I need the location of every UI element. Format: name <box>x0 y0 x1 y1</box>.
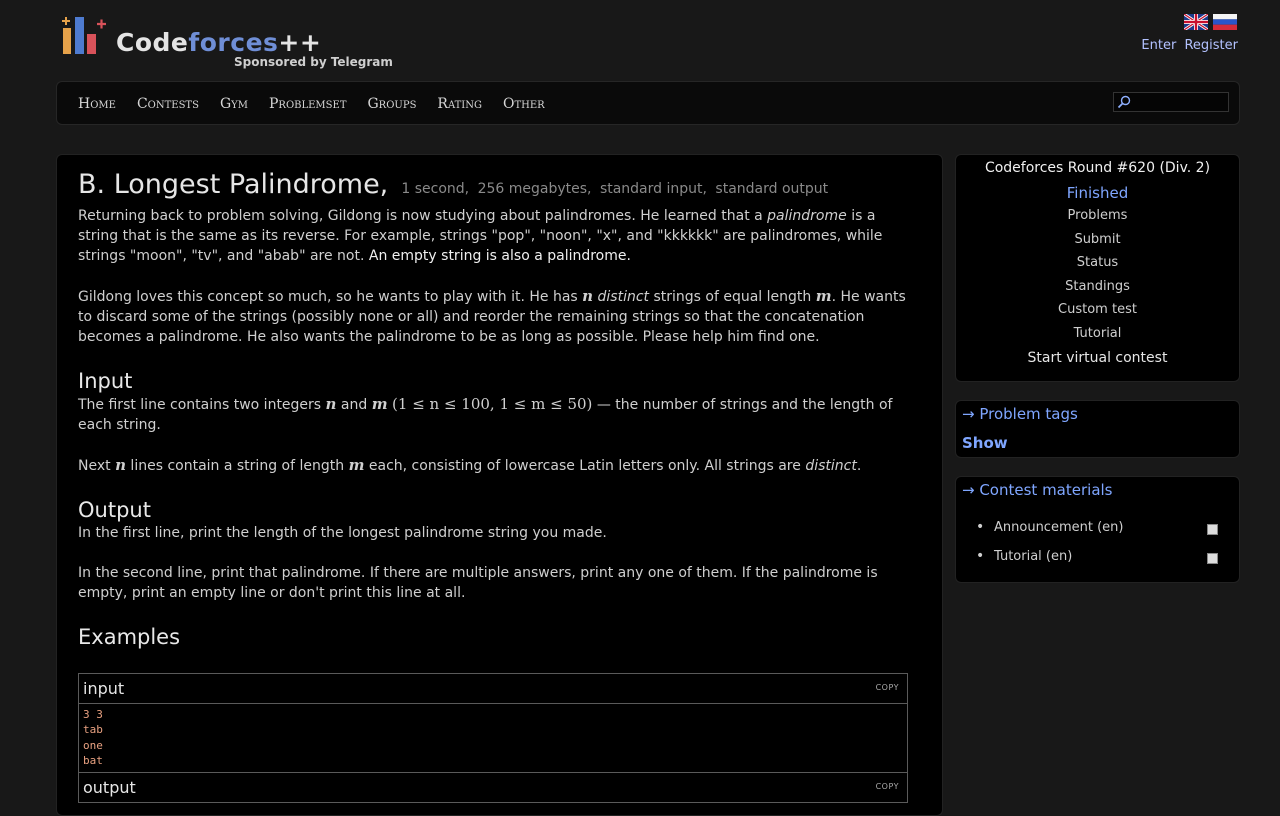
language-switcher <box>1184 14 1238 32</box>
materials-list: Announcement (en) Tutorial (en) <box>976 519 1226 578</box>
output-paragraph: In the first line, print the length of t… <box>78 525 607 541</box>
problem-tags-box: → Problem tags Show <box>955 400 1240 458</box>
contest-materials-box: → Contest materials Announcement (en) Tu… <box>955 476 1240 583</box>
examples-heading: Examples <box>78 625 181 649</box>
menu-item-groups[interactable]: Groups <box>368 96 417 112</box>
contest-links: Problems Submit Status Standings Custom … <box>956 204 1239 345</box>
contest-link-status[interactable]: Status <box>956 251 1239 275</box>
document-icon <box>1207 524 1218 535</box>
contest-link-submit[interactable]: Submit <box>956 228 1239 252</box>
russian-flag-icon[interactable] <box>1213 14 1237 30</box>
search-input[interactable] <box>1134 93 1224 109</box>
statement-paragraph: Returning back to problem solving, Gildo… <box>78 208 883 264</box>
problem-statement: B. Longest Palindrome, 1 second, 256 meg… <box>56 154 943 816</box>
menu-item-contests[interactable]: Contests <box>137 96 199 112</box>
time-limit: 1 second, <box>401 181 470 197</box>
contest-link-problems[interactable]: Problems <box>956 204 1239 228</box>
sample-input-content[interactable]: 3 3 tab one bat <box>79 704 907 773</box>
problem-header: B. Longest Palindrome, 1 second, 256 meg… <box>78 169 908 200</box>
sample-input-line: one <box>83 738 103 752</box>
sample-test: input COPY 3 3 tab one bat output COPY <box>78 673 908 803</box>
menu-item-other[interactable]: Other <box>503 96 545 112</box>
menu-item-problemset[interactable]: Problemset <box>269 96 347 112</box>
problem-title: B. Longest Palindrome, <box>78 169 389 200</box>
start-virtual-contest-button[interactable]: Start virtual contest <box>956 350 1239 366</box>
input-paragraph: The first line contains two integers n a… <box>78 395 893 433</box>
main-menu: Home Contests Gym Problemset Groups Rati… <box>56 81 1240 125</box>
contest-materials-caption[interactable]: → Contest materials <box>962 481 1113 499</box>
copy-input-button[interactable]: COPY <box>876 683 899 692</box>
sample-input-line: 3 3 <box>83 708 103 721</box>
sample-input-line: bat <box>83 753 103 767</box>
material-tutorial-link[interactable]: Tutorial (en) <box>994 549 1072 564</box>
contest-sidebar-box: Codeforces Round #620 (Div. 2) Finished … <box>955 154 1240 382</box>
logo-bars-icon <box>62 17 106 54</box>
menu-item-home[interactable]: Home <box>78 96 116 112</box>
input-heading: Input <box>78 369 133 393</box>
problem-limits: 1 second, 256 megabytes, standard input,… <box>401 181 832 197</box>
copy-output-button[interactable]: COPY <box>876 782 899 791</box>
sample-output-header: output COPY <box>79 773 907 802</box>
menu-item-gym[interactable]: Gym <box>220 96 248 112</box>
sponsor-text: Sponsored by Telegram <box>234 55 393 69</box>
sample-input-header: input COPY <box>79 674 907 704</box>
input-type: standard input, <box>599 181 707 197</box>
input-paragraph: Next n lines contain a string of length … <box>78 456 862 474</box>
auth-links: Enter Register <box>1141 38 1238 53</box>
enter-link[interactable]: Enter <box>1141 38 1176 53</box>
material-item[interactable]: Announcement (en) <box>976 519 1226 549</box>
sample-output-label: output <box>83 778 136 797</box>
problem-tags-caption[interactable]: → Problem tags <box>962 405 1078 423</box>
codeforces-logo[interactable]: Codeforces++ Sponsored by Telegram <box>60 14 393 74</box>
header: Codeforces++ Sponsored by Telegram Enter… <box>58 12 1240 76</box>
search-icon <box>1117 95 1131 109</box>
register-link[interactable]: Register <box>1184 38 1238 53</box>
output-paragraph: In the second line, print that palindrom… <box>78 565 878 601</box>
sample-input-line: tab <box>83 723 103 737</box>
search-box <box>1113 92 1229 112</box>
sample-input-label: input <box>83 679 125 698</box>
statement-paragraph: Gildong loves this concept so much, so h… <box>78 287 906 345</box>
logo-title: Codeforces++ <box>116 28 322 57</box>
menu-item-rating[interactable]: Rating <box>437 96 482 112</box>
material-announcement-link[interactable]: Announcement (en) <box>994 520 1123 535</box>
material-item[interactable]: Tutorial (en) <box>976 548 1226 578</box>
contest-link-custom-test[interactable]: Custom test <box>956 298 1239 322</box>
contest-name[interactable]: Codeforces Round #620 (Div. 2) <box>956 158 1239 178</box>
contest-status: Finished <box>1066 184 1129 202</box>
contest-link-tutorial[interactable]: Tutorial <box>956 322 1239 346</box>
show-tags-button[interactable]: Show <box>962 434 1008 452</box>
output-heading: Output <box>78 498 151 522</box>
document-icon <box>1207 552 1218 564</box>
memory-limit: 256 megabytes, <box>477 181 592 197</box>
english-flag-icon[interactable] <box>1184 14 1208 30</box>
output-type: standard output <box>715 181 829 197</box>
contest-link-standings[interactable]: Standings <box>956 275 1239 299</box>
